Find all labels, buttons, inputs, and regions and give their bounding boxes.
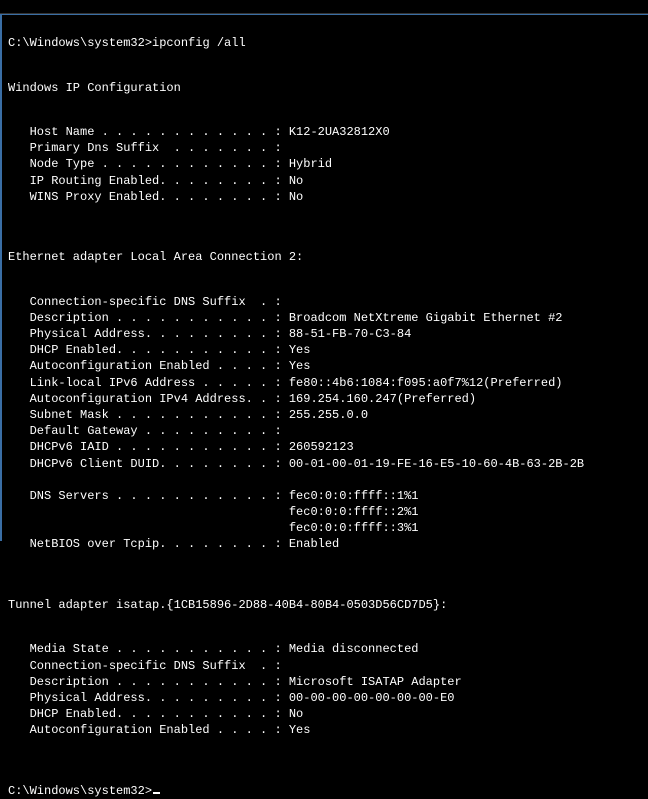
prompt: C:\Windows\system32>: [8, 784, 152, 798]
output-line: Host Name . . . . . . . . . . . . : K12-…: [8, 124, 642, 140]
prompt-line: C:\Windows\system32>: [8, 784, 160, 798]
output-line: DHCPv6 Client DUID. . . . . . . . : 00-0…: [8, 456, 642, 472]
terminal-output[interactable]: C:\Windows\system32>ipconfig /all Window…: [0, 14, 648, 541]
output-line: Subnet Mask . . . . . . . . . . . : 255.…: [8, 407, 642, 423]
output-line: Primary Dns Suffix . . . . . . . :: [8, 140, 642, 156]
output-line: fec0:0:0:ffff::2%1: [8, 504, 642, 520]
adapter-header: Tunnel adapter isatap.{1CB15896-2D88-40B…: [8, 598, 447, 612]
output-line: Description . . . . . . . . . . . : Broa…: [8, 310, 642, 326]
blank-line: [8, 613, 642, 625]
prompt: C:\Windows\system32>: [8, 36, 152, 50]
adapter-header: Ethernet adapter Local Area Connection 2…: [8, 250, 303, 264]
output-line: Physical Address. . . . . . . . . : 88-5…: [8, 326, 642, 342]
output-line: NetBIOS over Tcpip. . . . . . . . : Enab…: [8, 536, 642, 552]
output-line: Media State . . . . . . . . . . . : Medi…: [8, 641, 642, 657]
output-line: DNS Servers . . . . . . . . . . . : fec0…: [8, 488, 642, 504]
window-titlebar: [0, 0, 648, 14]
output-line: DHCP Enabled. . . . . . . . . . . : No: [8, 706, 642, 722]
output-line: Connection-specific DNS Suffix . :: [8, 658, 642, 674]
blank-line: [8, 221, 642, 233]
blank-line: [8, 569, 642, 581]
output-line: Description . . . . . . . . . . . : Micr…: [8, 674, 642, 690]
output-line: Autoconfiguration IPv4 Address. . : 169.…: [8, 391, 642, 407]
output-line: DHCP Enabled. . . . . . . . . . . : Yes: [8, 342, 642, 358]
output-line: IP Routing Enabled. . . . . . . . : No: [8, 173, 642, 189]
cursor: [153, 792, 160, 794]
blank-line: [8, 51, 642, 63]
output-line: WINS Proxy Enabled. . . . . . . . : No: [8, 189, 642, 205]
blank-line: [8, 755, 642, 767]
command-line: C:\Windows\system32>ipconfig /all: [8, 36, 246, 50]
output-line: Physical Address. . . . . . . . . : 00-0…: [8, 690, 642, 706]
output-line: Autoconfiguration Enabled . . . . : Yes: [8, 722, 642, 738]
output-line: Connection-specific DNS Suffix . :: [8, 294, 642, 310]
blank-line: [8, 265, 642, 277]
blank-line: [8, 96, 642, 108]
output-line: [8, 472, 642, 488]
output-line: Autoconfiguration Enabled . . . . : Yes: [8, 358, 642, 374]
output-line: Node Type . . . . . . . . . . . . : Hybr…: [8, 156, 642, 172]
output-line: Default Gateway . . . . . . . . . :: [8, 423, 642, 439]
section-header: Windows IP Configuration: [8, 81, 181, 95]
output-line: DHCPv6 IAID . . . . . . . . . . . : 2605…: [8, 439, 642, 455]
output-line: Link-local IPv6 Address . . . . . : fe80…: [8, 375, 642, 391]
output-line: fec0:0:0:ffff::3%1: [8, 520, 642, 536]
command-text: ipconfig /all: [152, 36, 246, 50]
